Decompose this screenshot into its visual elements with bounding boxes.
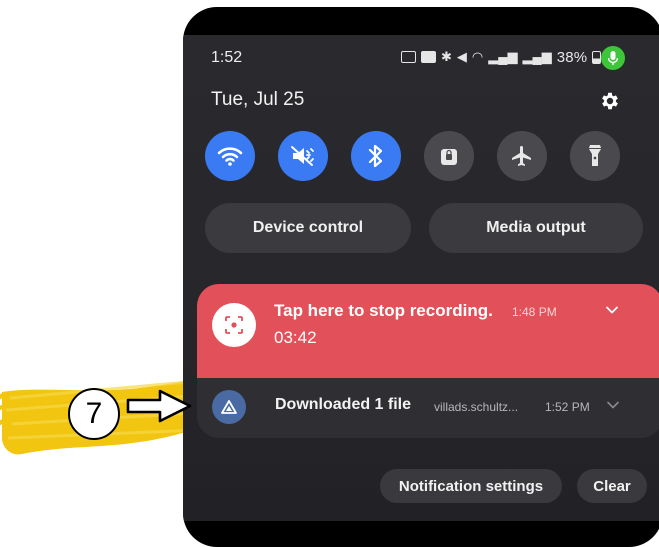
bluetooth-toggle[interactable] — [351, 131, 401, 181]
download-timestamp: 1:52 PM — [545, 400, 590, 414]
clear-button[interactable]: Clear — [577, 469, 647, 503]
wifi-icon: ◠ — [471, 49, 484, 64]
bluetooth-icon — [368, 144, 383, 168]
battery-icon — [592, 50, 602, 64]
chevron-down-icon[interactable] — [606, 304, 618, 316]
flashlight-icon — [589, 145, 601, 166]
step-number-badge: 7 — [68, 388, 120, 440]
wifi-icon — [217, 147, 243, 166]
screen-cast-icon — [401, 51, 416, 63]
phone-frame: 1:52 ✱ ◀︎ ◠ ▂▄▆ ▂▄▆ 38% Tue, Jul 25 Devi… — [183, 7, 659, 547]
mic-icon — [601, 46, 625, 70]
nfc-icon — [421, 51, 436, 63]
notification-settings-button[interactable]: Notification settings — [380, 469, 562, 503]
lock-toggle[interactable] — [424, 131, 474, 181]
recording-timestamp: 1:48 PM — [512, 305, 557, 319]
lock-icon — [441, 149, 457, 165]
gear-icon[interactable] — [599, 90, 621, 112]
recording-notification[interactable]: Tap here to stop recording. 1:48 PM 03:4… — [197, 284, 659, 378]
download-title: Downloaded 1 file — [275, 396, 412, 413]
mute-icon: ◀︎ — [456, 49, 467, 64]
airplane-icon — [512, 146, 531, 166]
signal-icon: ▂▄▆ — [522, 49, 552, 64]
device-control-button[interactable]: Device control — [205, 203, 411, 253]
screen-recorder-icon — [212, 303, 256, 347]
download-app-icon — [212, 390, 246, 424]
bluetooth-icon: ✱ — [441, 49, 452, 64]
chevron-down-icon[interactable] — [607, 399, 619, 411]
signal-icon: ▂▄▆ — [488, 49, 518, 64]
status-time: 1:52 — [211, 49, 243, 66]
battery-percent: 38% — [556, 48, 588, 66]
arrow-right-icon — [126, 389, 192, 423]
download-subtitle: villads.schultz... — [434, 400, 519, 414]
media-output-button[interactable]: Media output — [429, 203, 643, 253]
recording-title: Tap here to stop recording. — [274, 301, 493, 320]
status-icons: ✱ ◀︎ ◠ ▂▄▆ ▂▄▆ 38% — [401, 47, 602, 67]
flashlight-toggle[interactable] — [570, 131, 620, 181]
recording-duration: 03:42 — [274, 328, 317, 347]
notification-shade: 1:52 ✱ ◀︎ ◠ ▂▄▆ ▂▄▆ 38% Tue, Jul 25 Devi… — [183, 35, 659, 521]
mute-icon — [291, 146, 314, 166]
sound-toggle[interactable] — [278, 131, 328, 181]
airplane-toggle[interactable] — [497, 131, 547, 181]
date-label: Tue, Jul 25 — [211, 89, 305, 110]
wifi-toggle[interactable] — [205, 131, 255, 181]
quick-settings-row — [205, 131, 645, 181]
download-notification[interactable]: Downloaded 1 file villads.schultz... 1:5… — [197, 378, 659, 438]
